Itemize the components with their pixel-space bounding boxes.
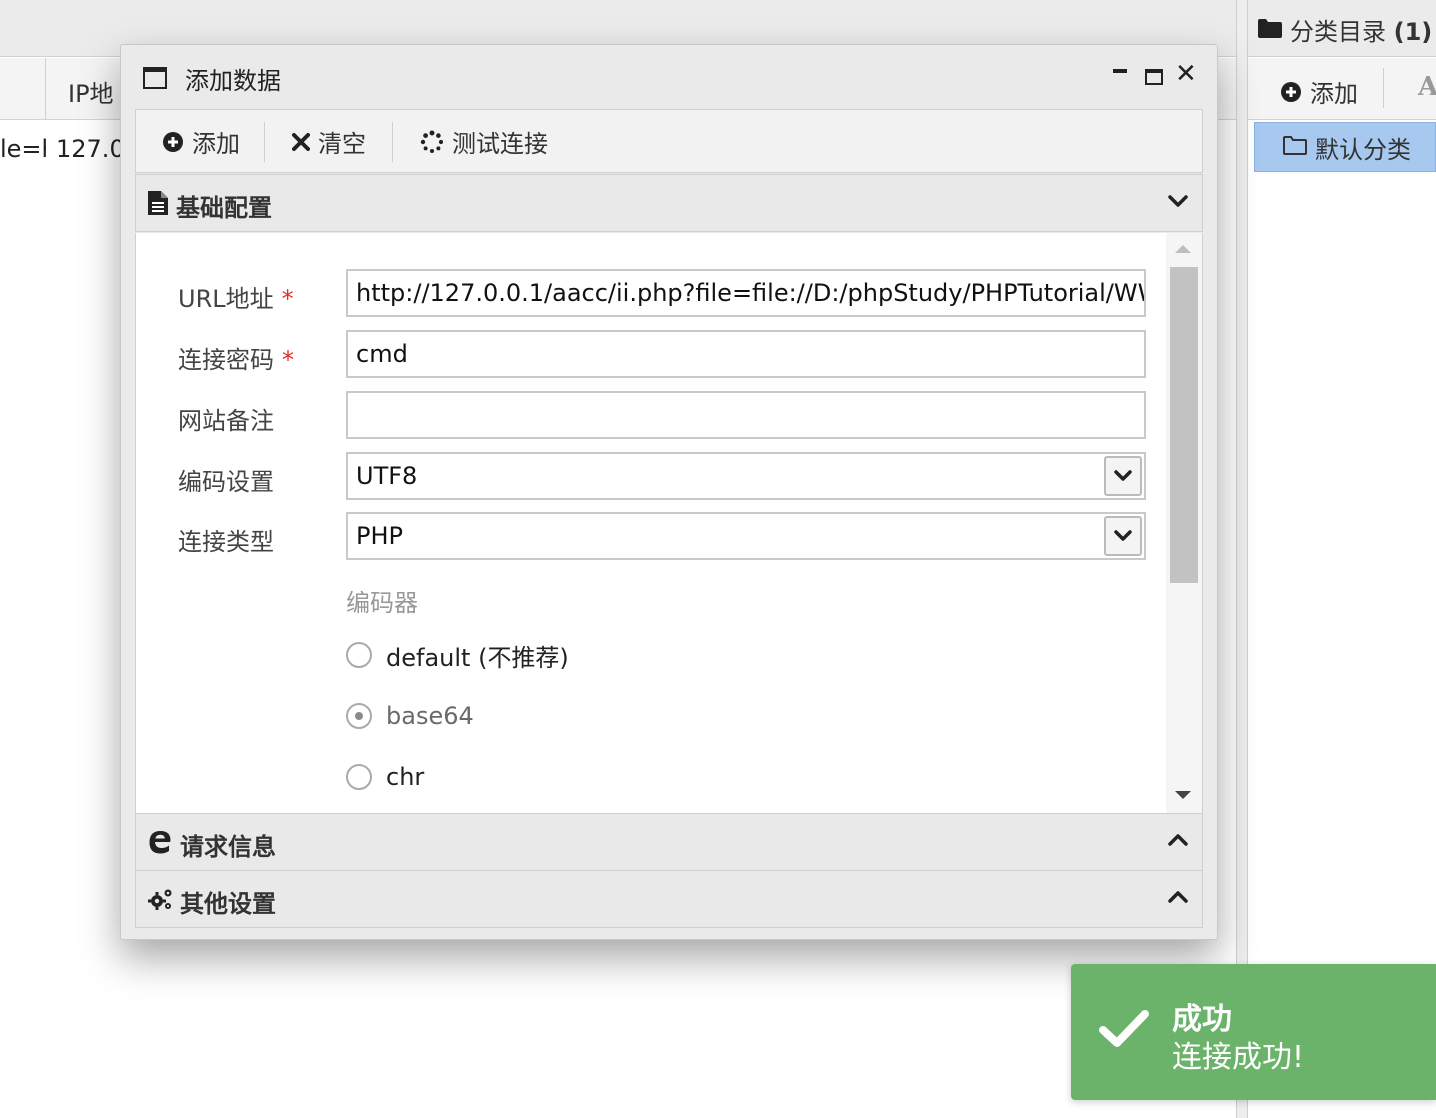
note-input[interactable] <box>346 391 1146 439</box>
category-panel-title: 分类目录 (1) <box>1290 18 1433 46</box>
section-basic-label: 基础配置 <box>176 194 272 222</box>
dialog-titlebar[interactable]: 添加数据 ✕ <box>121 45 1217 109</box>
note-label: 网站备注 <box>178 407 274 435</box>
column-header-ip[interactable]: IP地 <box>68 74 114 109</box>
gears-icon <box>148 887 174 915</box>
url-input[interactable]: http://127.0.0.1/aacc/ii.php?file=file:/… <box>346 269 1146 317</box>
test-connection-label: 测试连接 <box>452 130 548 158</box>
encoder-option-label: base64 <box>386 702 474 730</box>
scrollbar-thumb[interactable] <box>1170 267 1198 583</box>
category-item-label: 默认分类 <box>1315 135 1411 164</box>
encoder-option-base64[interactable]: base64 <box>346 696 474 736</box>
panel-splitter[interactable] <box>1236 0 1248 1118</box>
folder-icon <box>1258 18 1282 42</box>
cell-ip: 127.0 <box>56 135 120 163</box>
encoder-option-chr[interactable]: chr <box>346 757 424 797</box>
type-value: PHP <box>356 522 403 550</box>
url-label: URL地址 * <box>178 285 294 313</box>
scroll-up-arrow[interactable] <box>1175 245 1191 253</box>
encoder-option-default[interactable]: default (不推荐) <box>346 635 569 675</box>
radio-button-checked[interactable] <box>346 703 372 729</box>
window-icon <box>143 67 167 89</box>
success-toast[interactable]: 成功 连接成功! <box>1071 964 1436 1100</box>
required-mark: * <box>281 285 294 313</box>
category-extra-button[interactable]: A <box>1418 72 1436 102</box>
section-other-label: 其他设置 <box>180 890 276 918</box>
chevron-down-icon[interactable] <box>1168 193 1188 212</box>
maximize-button[interactable] <box>1145 69 1163 85</box>
test-connection-button[interactable]: 测试连接 <box>420 124 548 159</box>
toast-message: 连接成功! <box>1172 1040 1305 1075</box>
radio-button[interactable] <box>346 764 372 790</box>
column-separator <box>45 58 46 120</box>
section-other-settings[interactable]: 其他设置 <box>135 870 1203 928</box>
cell-url: le=h <box>0 135 46 163</box>
minimize-button[interactable] <box>1113 69 1127 73</box>
clear-button-label: 清空 <box>318 130 366 158</box>
plus-circle-icon <box>163 131 183 152</box>
type-row: 连接类型 PHP <box>136 512 1166 562</box>
add-button-label: 添加 <box>192 130 240 158</box>
dialog-toolbar: 添加 清空 测试连接 <box>135 109 1203 173</box>
note-row: 网站备注 <box>136 391 1166 441</box>
password-input[interactable]: cmd <box>346 330 1146 378</box>
encoder-option-label: chr <box>386 763 425 791</box>
chevron-down-icon[interactable] <box>1104 456 1142 496</box>
edge-icon <box>148 828 172 858</box>
category-item-default[interactable]: 默认分类 <box>1254 122 1436 172</box>
chevron-down-icon[interactable] <box>1104 516 1142 556</box>
password-row: 连接密码 * cmd <box>136 330 1166 380</box>
type-select[interactable]: PHP <box>346 512 1146 560</box>
toolbar-separator <box>264 122 265 162</box>
document-icon <box>148 191 168 219</box>
url-row: URL地址 * http://127.0.0.1/aacc/ii.php?file… <box>136 269 1166 319</box>
spinner-icon <box>420 130 444 153</box>
encoder-title: 编码器 <box>346 589 418 617</box>
type-label: 连接类型 <box>178 528 274 556</box>
toolbar-separator <box>1383 68 1384 108</box>
category-panel-header: 分类目录 (1) <box>1248 0 1436 57</box>
check-icon <box>1099 1008 1149 1052</box>
category-add-button[interactable]: 添加 <box>1280 74 1358 109</box>
plus-circle-icon <box>1281 81 1301 102</box>
clear-button[interactable]: 清空 <box>292 124 366 159</box>
chevron-up-icon[interactable] <box>1168 889 1188 908</box>
add-data-dialog: 添加数据 ✕ 添加 清空 测试连接 基础配置 URL地址 * http://12… <box>120 44 1218 940</box>
encoder-option-label: default (不推荐) <box>386 643 569 672</box>
encoding-label: 编码设置 <box>178 468 274 496</box>
password-label: 连接密码 * <box>178 346 294 374</box>
encoding-select[interactable]: UTF8 <box>346 452 1146 500</box>
close-icon <box>292 132 310 151</box>
close-button[interactable]: ✕ <box>1175 59 1197 89</box>
category-panel: 分类目录 (1) 添加 A 默认分类 <box>1248 0 1436 1118</box>
encoding-value: UTF8 <box>356 462 418 490</box>
add-button[interactable]: 添加 <box>162 124 240 159</box>
category-count: (1) <box>1393 18 1433 46</box>
folder-open-icon <box>1283 135 1307 159</box>
required-mark: * <box>282 346 294 374</box>
section-basic-config[interactable]: 基础配置 <box>135 174 1203 232</box>
section-request-label: 请求信息 <box>180 833 276 861</box>
section-request-info[interactable]: 请求信息 <box>135 813 1203 871</box>
radio-button[interactable] <box>346 642 372 668</box>
toolbar-separator <box>392 122 393 162</box>
category-toolbar: 添加 A <box>1248 58 1436 120</box>
form-scrollbar[interactable] <box>1166 233 1202 813</box>
chevron-up-icon[interactable] <box>1168 832 1188 851</box>
scroll-down-arrow[interactable] <box>1175 791 1191 799</box>
basic-config-form: URL地址 * http://127.0.0.1/aacc/ii.php?file… <box>135 233 1203 813</box>
dialog-title: 添加数据 <box>185 67 281 95</box>
category-add-label: 添加 <box>1310 80 1358 108</box>
encoding-row: 编码设置 UTF8 <box>136 452 1166 502</box>
